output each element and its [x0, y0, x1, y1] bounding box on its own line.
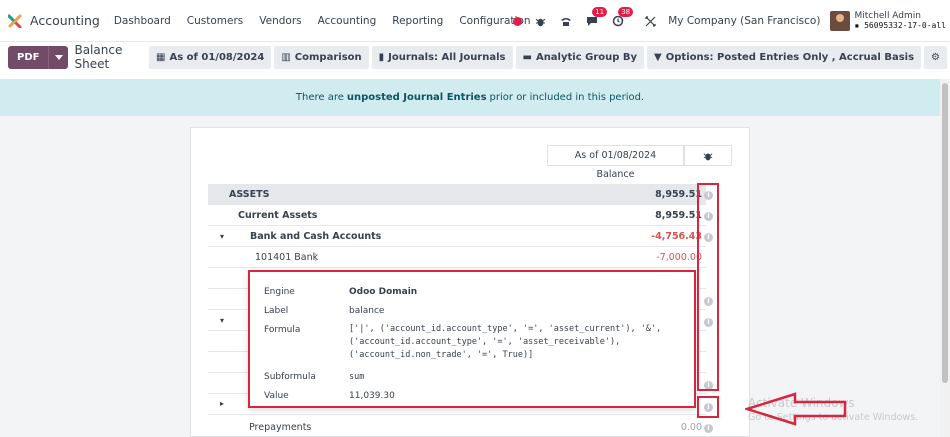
- line-name: 101401 Bank: [255, 252, 319, 263]
- user-name: Mitchell Admin: [854, 11, 921, 21]
- more-options-icon[interactable]: ⋮: [311, 252, 321, 263]
- journals-filter-label: Journals: All Journals: [388, 51, 506, 63]
- page-scrollbar[interactable]: [940, 79, 950, 437]
- column-header-date: As of 01/08/2024: [547, 145, 684, 166]
- options-filter-button[interactable]: ▼ Options: Posted Entries Only , Accrual…: [647, 45, 922, 69]
- avatar[interactable]: [830, 11, 851, 31]
- user-menu[interactable]: Mitchell Admin ▪ 56095332-17-0-all: [854, 11, 946, 31]
- unposted-entries-banner: There are unposted Journal Entries prior…: [0, 79, 940, 116]
- line-info-popover: Engine Odoo Domain Label balance Formula…: [248, 270, 696, 408]
- engine-label: Engine: [264, 287, 295, 297]
- pdf-dropdown-toggle[interactable]: [48, 45, 68, 69]
- apps-menu-icon[interactable]: [7, 14, 22, 28]
- column-header-balance: Balance: [596, 169, 635, 180]
- line-name: Bank and Cash Accounts: [250, 231, 382, 242]
- control-panel: PDF Balance Sheet ▦ As of 01/08/2024 ▥ C…: [0, 42, 950, 72]
- report-line-assets[interactable]: ASSETS 8,959.51: [208, 184, 706, 205]
- database-icon: ▪: [854, 21, 860, 30]
- report-line-bank-cash[interactable]: ▾ Bank and Cash Accounts -4,756.43: [208, 226, 706, 247]
- settings-button[interactable]: ⚙: [924, 45, 947, 69]
- top-navbar: Accounting Dashboard Customers Vendors A…: [0, 0, 950, 42]
- activity-badge: 38: [618, 7, 634, 17]
- systray: 11 38 My Company (San Francisco) Mitchel…: [513, 0, 950, 42]
- menu-accounting[interactable]: Accounting: [318, 15, 377, 27]
- gears-icon: ⚙: [931, 51, 940, 63]
- menu-vendors[interactable]: Vendors: [259, 15, 301, 27]
- chevron-down-icon: [54, 54, 63, 60]
- pdf-button-group: PDF: [8, 45, 69, 69]
- scrollbar-thumb[interactable]: [942, 83, 948, 383]
- line-value: 8,959.51: [655, 189, 702, 200]
- report-line-current-assets[interactable]: Current Assets 8,959.51: [208, 205, 706, 226]
- formula-label: Formula: [264, 325, 301, 335]
- info-icon-highlight: [697, 396, 719, 418]
- pdf-button[interactable]: PDF: [8, 52, 48, 63]
- date-filter-button[interactable]: ▦ As of 01/08/2024: [149, 45, 272, 69]
- chevron-down-icon[interactable]: ▾: [220, 316, 224, 325]
- filter-icon: ▼: [654, 51, 662, 63]
- bug-icon: [703, 152, 713, 160]
- engine-value: Odoo Domain: [349, 287, 418, 297]
- info-column-highlight: [697, 183, 719, 391]
- folder-icon: ▬: [522, 51, 532, 63]
- subformula-value: sum: [349, 372, 365, 382]
- menu-customers[interactable]: Customers: [187, 15, 243, 27]
- value-label: Value: [264, 391, 289, 401]
- subformula-label: Subformula: [264, 372, 316, 382]
- menu-reporting[interactable]: Reporting: [392, 15, 443, 27]
- label-value: balance: [349, 306, 385, 316]
- line-name: ASSETS: [229, 189, 270, 200]
- bug-icon[interactable]: [532, 13, 548, 29]
- line-name: Current Assets: [238, 210, 318, 221]
- banner-prefix: There are: [295, 92, 344, 103]
- report-line-bank[interactable]: 101401 Bank ⋮ -7,000.00: [208, 247, 706, 268]
- label-label: Label: [264, 306, 289, 316]
- chevron-down-icon[interactable]: ▾: [220, 232, 224, 241]
- analytic-groupby-label: Analytic Group By: [535, 51, 638, 63]
- line-value: 0.00: [680, 422, 702, 433]
- book-icon: ▮: [378, 51, 385, 63]
- formula-value: ['|', ('account_id.account_type', '=', '…: [349, 324, 662, 360]
- analytic-groupby-button[interactable]: ▬ Analytic Group By: [515, 45, 645, 69]
- banner-suffix: prior or included in this period.: [489, 92, 645, 103]
- switch-company-icon[interactable]: [642, 13, 658, 29]
- database-label: 56095332-17-0-all: [864, 21, 946, 30]
- breadcrumb: Balance Sheet: [74, 43, 123, 71]
- calendar-icon: ▦: [156, 51, 166, 63]
- chevron-right-icon[interactable]: ▸: [220, 399, 224, 408]
- debug-column-header[interactable]: [684, 145, 732, 166]
- main-menu: Dashboard Customers Vendors Accounting R…: [114, 15, 547, 27]
- options-filter-label: Options: Posted Entries Only , Accrual B…: [665, 51, 915, 63]
- annotation-arrow-icon: [745, 392, 847, 426]
- line-value: -7,000.00: [656, 252, 702, 263]
- bar-chart-icon: ▥: [281, 51, 291, 63]
- comparison-filter-label: Comparison: [294, 51, 362, 63]
- record-dot-icon[interactable]: [513, 16, 523, 26]
- date-filter-label: As of 01/08/2024: [169, 51, 265, 63]
- banner-link[interactable]: unposted Journal Entries: [347, 92, 487, 103]
- activity-clock-icon[interactable]: 38: [610, 7, 634, 29]
- report-line-prepayments[interactable]: Prepayments 0.00: [208, 417, 706, 437]
- line-value: 8,959.51: [655, 210, 702, 221]
- menu-dashboard[interactable]: Dashboard: [114, 15, 171, 27]
- messages-icon[interactable]: 11: [584, 7, 608, 29]
- phone-icon[interactable]: [558, 13, 574, 29]
- messages-badge: 11: [592, 7, 608, 17]
- database-name: ▪ 56095332-17-0-all: [854, 21, 946, 31]
- company-switcher[interactable]: My Company (San Francisco): [668, 15, 820, 27]
- info-icon[interactable]: i: [704, 424, 713, 433]
- line-value: -4,756.43: [651, 231, 702, 242]
- value-value: 11,039.30: [349, 391, 395, 401]
- comparison-filter-button[interactable]: ▥ Comparison: [274, 45, 369, 69]
- line-name: Prepayments: [249, 422, 312, 433]
- journals-filter-button[interactable]: ▮ Journals: All Journals: [371, 45, 513, 69]
- app-name[interactable]: Accounting: [30, 13, 100, 28]
